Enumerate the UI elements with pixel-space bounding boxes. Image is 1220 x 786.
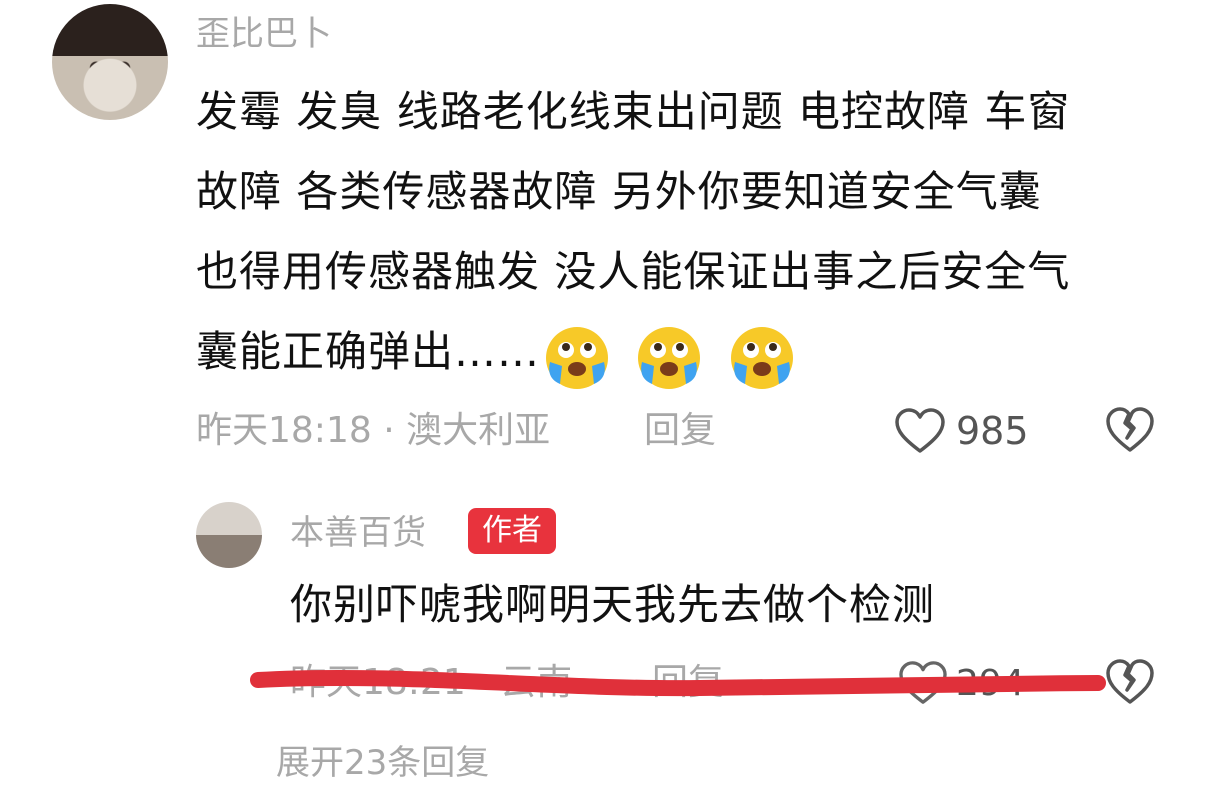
reply-meta: 昨天18:21 · 云南 xyxy=(290,662,573,703)
like-count: 985 xyxy=(956,409,1029,453)
reply-button[interactable]: 回复 xyxy=(644,408,716,454)
comment-line: 也得用传感器触发 没人能保证出事之后安全气 xyxy=(196,247,1071,296)
comment-content: 发霉 发臭 线路老化线束出问题 电控故障 车窗 故障 各类传感器故障 另外你要知… xyxy=(196,72,1186,395)
emoji-row xyxy=(542,315,805,395)
avatar[interactable] xyxy=(52,4,168,120)
comment-line: 故障 各类传感器故障 另外你要知道安全气囊 xyxy=(196,167,1042,216)
comment-line-last: 囊能正确弹出…… xyxy=(196,312,1186,395)
crying-emoji-icon xyxy=(638,327,701,389)
expand-replies-link[interactable]: 展开23条回复 xyxy=(276,740,489,786)
reply-reply-button[interactable]: 回复 xyxy=(652,660,724,706)
crying-emoji-icon xyxy=(546,327,609,389)
reply-like-count: 294 xyxy=(956,662,1025,704)
crying-emoji-icon xyxy=(730,327,793,389)
heart-icon xyxy=(895,408,945,453)
reply-like-button[interactable]: 294 xyxy=(898,656,1025,710)
comment-username[interactable]: 歪比巴卜 xyxy=(196,12,332,56)
comment-line-text: 囊能正确弹出…… xyxy=(196,327,541,376)
reply-avatar[interactable] xyxy=(196,502,262,568)
comment-line: 发霉 发臭 线路老化线束出问题 电控故障 车窗 xyxy=(196,87,1071,136)
comment-meta: 昨天18:18 · 澳大利亚 xyxy=(196,410,551,451)
broken-heart-icon[interactable] xyxy=(1104,656,1156,708)
heart-icon xyxy=(899,661,947,704)
like-button[interactable]: 985 xyxy=(894,404,1029,458)
reply-username[interactable]: 本善百货 xyxy=(290,510,426,556)
author-badge: 作者 xyxy=(468,508,556,554)
reply-content: 你别吓唬我啊明天我先去做个检测 xyxy=(290,580,936,629)
broken-heart-icon[interactable] xyxy=(1104,404,1156,456)
